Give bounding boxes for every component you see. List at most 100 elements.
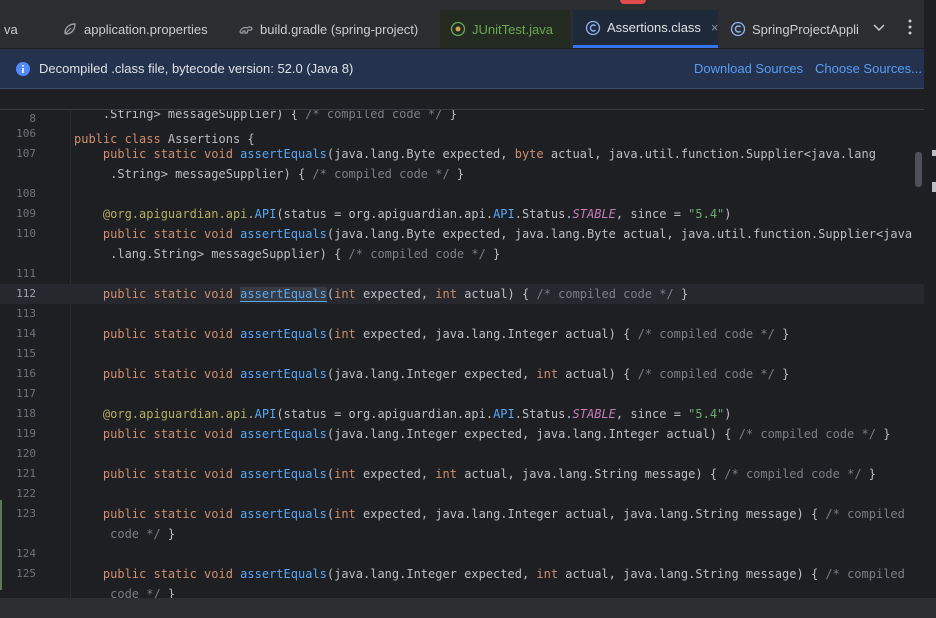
code-token: code */ bbox=[74, 527, 161, 541]
code-token: (java.lang.Integer expected, bbox=[326, 367, 537, 381]
code-line[interactable]: 117 bbox=[0, 384, 924, 404]
tab-build-gradle[interactable]: build.gradle (spring-project) bbox=[236, 10, 436, 48]
code-token: (java.lang.Byte expected, bbox=[326, 147, 515, 161]
line-number: 122 bbox=[16, 487, 36, 500]
code-token: int bbox=[334, 507, 356, 521]
right-tool-strip bbox=[924, 0, 936, 618]
code-token: public static void bbox=[74, 147, 241, 161]
line-number: 116 bbox=[16, 367, 36, 380]
line-number: 119 bbox=[16, 427, 36, 440]
code-line[interactable]: 120 bbox=[0, 444, 924, 464]
tab-label: SpringProjectApplic bbox=[752, 21, 858, 37]
line-number: 8 bbox=[29, 112, 36, 125]
code-token: int bbox=[435, 467, 457, 481]
code-line[interactable]: 109 @org.apiguardian.api.API(status = or… bbox=[0, 204, 924, 224]
close-icon[interactable]: × bbox=[711, 20, 718, 35]
code-token: expected, bbox=[355, 467, 436, 481]
gradle-icon bbox=[238, 21, 254, 37]
code-token: int bbox=[334, 287, 356, 301]
code-line[interactable]: code */ } bbox=[0, 524, 924, 544]
code-token: (java.lang.Byte expected, java.lang.Byte… bbox=[326, 227, 913, 241]
code-token: /* compiled code */ bbox=[312, 167, 450, 181]
code-text: .String> messageSupplier) { /* compiled … bbox=[74, 164, 464, 184]
code-line[interactable]: 119 public static void assertEquals(java… bbox=[0, 424, 924, 444]
code-token: API bbox=[493, 207, 515, 221]
sticky-class-header[interactable]: 8 public class Assertions { bbox=[0, 89, 924, 146]
code-token: .Status. bbox=[514, 207, 573, 221]
right-edge-marker bbox=[932, 150, 936, 156]
code-token: assertEquals bbox=[240, 467, 327, 481]
tab-label: JUnitTest.java bbox=[472, 21, 553, 37]
line-number: 109 bbox=[16, 207, 36, 220]
sticky-header-text: public class Assertions { bbox=[74, 132, 255, 146]
code-token: byte bbox=[514, 147, 544, 161]
tab-label: application.properties bbox=[84, 21, 208, 37]
code-text: public static void assertEquals(java.lan… bbox=[74, 424, 891, 444]
line-number: 125 bbox=[16, 567, 36, 580]
code-line[interactable]: 114 public static void assertEquals(int … bbox=[0, 324, 924, 344]
code-token: } bbox=[673, 287, 689, 301]
code-token: /* compiled code */ bbox=[738, 427, 876, 441]
code-line[interactable]: .lang.String> messageSupplier) { /* comp… bbox=[0, 244, 924, 264]
code-token: expected, bbox=[355, 287, 436, 301]
code-line[interactable]: 116 public static void assertEquals(java… bbox=[0, 364, 924, 384]
code-line[interactable]: 118 @org.apiguardian.api.API(status = or… bbox=[0, 404, 924, 424]
code-token: .String> messageSupplier) { bbox=[74, 167, 313, 181]
code-token: assertEquals bbox=[240, 287, 327, 302]
code-token: .lang.String> messageSupplier) { bbox=[74, 247, 349, 261]
code-token: STABLE bbox=[572, 207, 616, 221]
tab-partial-java[interactable]: va bbox=[0, 10, 44, 48]
code-line[interactable]: 110 public static void assertEquals(java… bbox=[0, 224, 924, 244]
code-token: , since = bbox=[615, 407, 689, 421]
chevron-down-icon[interactable] bbox=[870, 18, 888, 36]
tab-application-properties[interactable]: application.properties bbox=[58, 10, 226, 48]
code-token: assertEquals bbox=[240, 507, 327, 521]
code-token: } bbox=[485, 247, 501, 261]
code-token: int bbox=[334, 327, 356, 341]
code-line[interactable]: 125 public static void assertEquals(java… bbox=[0, 564, 924, 584]
line-number: 123 bbox=[16, 507, 36, 520]
code-line[interactable]: 111 bbox=[0, 264, 924, 284]
code-token: } bbox=[861, 467, 877, 481]
scrollbar-thumb[interactable] bbox=[915, 152, 922, 187]
tab-label: build.gradle (spring-project) bbox=[260, 21, 419, 37]
code-line[interactable]: .String> messageSupplier) { /* compiled … bbox=[0, 164, 924, 184]
code-line-current[interactable]: 112 public static void assertEquals(int … bbox=[0, 284, 924, 304]
code-token: (java.lang.Integer expected, bbox=[326, 567, 537, 581]
code-token: } bbox=[774, 367, 790, 381]
code-line[interactable]: 122 bbox=[0, 484, 924, 504]
code-line[interactable]: 115 bbox=[0, 344, 924, 364]
right-edge-marker bbox=[932, 182, 936, 192]
code-token: /* compiled code */ bbox=[536, 287, 674, 301]
code-editor[interactable]: .String> messageSupplier) { /* compiled … bbox=[0, 89, 924, 598]
code-line[interactable]: 121 public static void assertEquals(int … bbox=[0, 464, 924, 484]
code-text: .lang.String> messageSupplier) { /* comp… bbox=[74, 244, 500, 264]
left-tool-marker bbox=[0, 500, 2, 590]
info-icon bbox=[16, 61, 30, 76]
code-text: @org.apiguardian.api.API(status = org.ap… bbox=[74, 404, 732, 424]
tab-spring-project-application[interactable]: SpringProjectApplic bbox=[728, 10, 858, 48]
code-token: } bbox=[875, 427, 891, 441]
download-sources-link[interactable]: Download Sources bbox=[694, 61, 803, 76]
tab-assertions-class[interactable]: Assertions.class × bbox=[573, 10, 718, 48]
code-token: assertEquals bbox=[240, 427, 327, 441]
code-token: public static void bbox=[74, 367, 241, 381]
more-vertical-icon[interactable] bbox=[902, 18, 918, 36]
tab-junit-test[interactable]: JUnitTest.java bbox=[440, 10, 570, 48]
code-token: assertEquals bbox=[240, 327, 327, 341]
code-text: public static void assertEquals(java.lan… bbox=[74, 364, 789, 384]
code-line[interactable]: 124 bbox=[0, 544, 924, 564]
code-token: .Status. bbox=[514, 407, 573, 421]
line-number: 115 bbox=[16, 347, 36, 360]
spring-leaf-icon bbox=[62, 21, 78, 37]
code-line[interactable]: 113 bbox=[0, 304, 924, 324]
editor-tab-bar: va application.properties build.gradle (… bbox=[0, 0, 924, 49]
code-line[interactable]: code */ } bbox=[0, 584, 924, 598]
code-text: public static void assertEquals(int expe… bbox=[74, 504, 905, 524]
code-line[interactable]: 123 public static void assertEquals(int … bbox=[0, 504, 924, 524]
code-text: public static void assertEquals(int expe… bbox=[74, 464, 876, 484]
code-line[interactable]: 108 bbox=[0, 184, 924, 204]
choose-sources-link[interactable]: Choose Sources... bbox=[815, 61, 922, 76]
code-token: /* compiled code */ bbox=[348, 247, 486, 261]
code-token: /* compiled bbox=[825, 507, 905, 521]
